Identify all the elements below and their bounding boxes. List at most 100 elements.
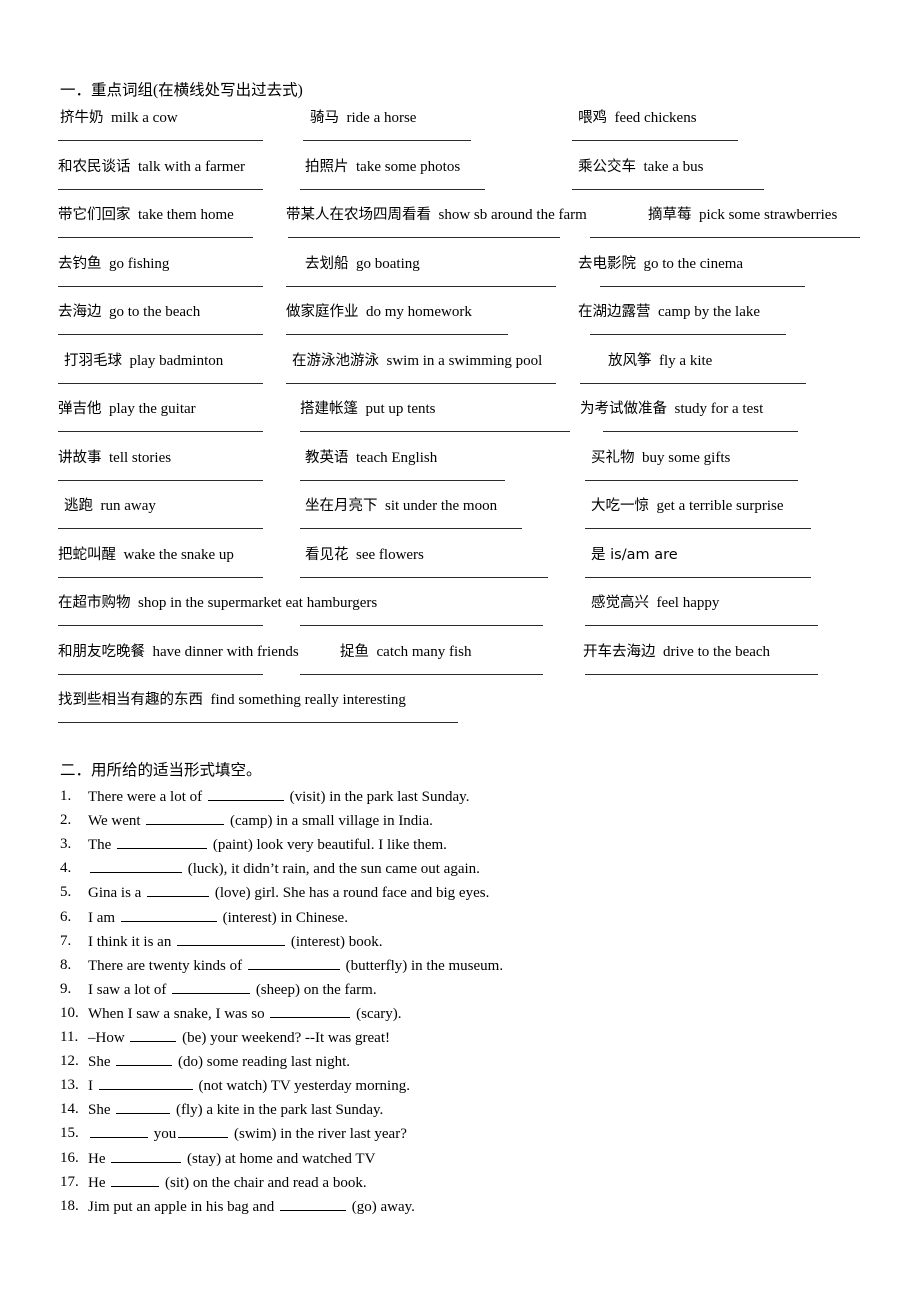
- question-number: 5.: [60, 884, 72, 901]
- question-text: She (fly) a kite in the park last Sunday…: [88, 1100, 383, 1119]
- vocabulary-row: 逃跑 run away 坐在月亮下 sit under the moon 大吃一惊 …: [0, 496, 920, 544]
- vocabulary-row: 挤牛奶 milk a cow 骑马 ride a horse 喂鸡 feed chi…: [0, 108, 920, 156]
- question-text-fragment: (not watch) TV yesterday morning.: [194, 1078, 410, 1095]
- answer-write-line[interactable]: [585, 576, 811, 578]
- phrase-english: study for a test: [674, 401, 764, 417]
- phrase-separator: [636, 159, 644, 175]
- question-number: 14.: [60, 1101, 79, 1118]
- answer-write-line[interactable]: [585, 673, 818, 675]
- vocabulary-phrase: 放风筝 fly a kite: [608, 351, 712, 371]
- answer-write-line[interactable]: [585, 479, 798, 481]
- question-text-fragment: Jim put an apple in his bag and: [88, 1198, 278, 1215]
- vocabulary-cell: 在湖边露营 camp by the lake: [0, 302, 920, 350]
- vocabulary-cell: 大吃一惊 get a terrible surprise: [0, 496, 920, 544]
- question-number: 3.: [60, 836, 72, 853]
- answer-write-line[interactable]: [603, 431, 798, 432]
- vocabulary-cell: 放风筝 fly a kite: [0, 351, 920, 399]
- answer-blank[interactable]: [120, 908, 217, 922]
- answer-write-line[interactable]: [585, 625, 818, 626]
- answer-blank[interactable]: [147, 883, 210, 898]
- phrase-chinese: 大吃一惊: [591, 498, 649, 514]
- phrase-chinese: 摘草莓: [648, 207, 692, 223]
- question-text-fragment: When I saw a snake, I was so: [88, 1005, 269, 1022]
- answer-blank[interactable]: [111, 1173, 160, 1187]
- vocabulary-cell: 买礼物 buy some gifts: [0, 448, 920, 496]
- answer-blank[interactable]: [90, 859, 182, 874]
- vocabulary-phrase: 买礼物 buy some gifts: [591, 448, 730, 468]
- answer-blank[interactable]: [178, 1124, 229, 1139]
- phrase-separator: [652, 353, 660, 369]
- answer-blank[interactable]: [172, 980, 251, 994]
- phrase-chinese: 找到些相当有趣的东西: [58, 692, 203, 708]
- phrase-english: camp by the lake: [658, 304, 761, 320]
- answer-blank[interactable]: [90, 1124, 148, 1139]
- vocabulary-row: 找到些相当有趣的东西 find something really interes…: [0, 690, 920, 738]
- answer-write-line[interactable]: [600, 285, 805, 287]
- vocabulary-phrase: 在湖边露营 camp by the lake: [578, 302, 760, 322]
- question-text-fragment: (fly) a kite in the park last Sunday.: [172, 1102, 384, 1119]
- question-number: 16.: [60, 1149, 79, 1166]
- phrase-english: get a terrible surprise: [656, 498, 784, 514]
- answer-blank[interactable]: [130, 1028, 177, 1042]
- answer-write-line[interactable]: [585, 528, 811, 529]
- answer-blank[interactable]: [247, 956, 340, 970]
- vocabulary-cell: 是 is/am are: [0, 545, 920, 593]
- answer-blank[interactable]: [146, 811, 225, 826]
- vocabulary-row: 和农民谈话 talk with a farmer 拍照片 take some ph…: [0, 157, 920, 205]
- question-text-fragment: She: [88, 1102, 115, 1119]
- answer-blank[interactable]: [111, 1149, 182, 1163]
- question-number: 10.: [60, 1004, 79, 1021]
- answer-write-line[interactable]: [572, 188, 764, 190]
- question-text-fragment: She: [88, 1054, 115, 1071]
- answer-blank[interactable]: [98, 1076, 193, 1091]
- question-text-fragment: –How: [88, 1030, 129, 1046]
- phrase-separator: [649, 498, 657, 514]
- question-text: I saw a lot of (sheep) on the farm.: [88, 980, 377, 999]
- answer-write-line[interactable]: [58, 722, 458, 723]
- answer-blank[interactable]: [116, 1100, 171, 1115]
- question-text-fragment: The: [88, 837, 116, 854]
- phrase-separator: [607, 110, 615, 126]
- question-text-fragment: He: [88, 1174, 110, 1191]
- question-text-fragment: I: [88, 1078, 97, 1095]
- question-text: Gina is a (love) girl. She has a round f…: [88, 883, 489, 902]
- answer-blank[interactable]: [207, 787, 284, 801]
- question-text-fragment: (love) girl. She has a round face and bi…: [211, 885, 490, 902]
- question-number: 1.: [60, 788, 72, 804]
- phrase-separator: [636, 256, 644, 272]
- phrase-separator: [667, 401, 675, 417]
- answer-blank[interactable]: [279, 1197, 346, 1211]
- answer-write-line[interactable]: [590, 237, 860, 238]
- phrase-chinese: 是 is/am are: [591, 546, 678, 563]
- question-text-fragment: I think it is an: [88, 933, 176, 950]
- question-text-fragment: (scary).: [352, 1005, 402, 1022]
- answer-write-line[interactable]: [580, 382, 806, 384]
- vocabulary-phrase: 摘草莓 pick some strawberries: [648, 205, 837, 225]
- answer-write-line[interactable]: [590, 334, 786, 335]
- phrase-chinese: 买礼物: [591, 449, 635, 466]
- answer-blank[interactable]: [270, 1004, 351, 1018]
- answer-write-line[interactable]: [572, 140, 738, 141]
- vocabulary-cell: 找到些相当有趣的东西 find something really interes…: [0, 690, 920, 738]
- phrase-english: feed chickens: [614, 110, 697, 126]
- answer-blank[interactable]: [117, 835, 208, 850]
- vocabulary-phrase: 去电影院 go to the cinema: [578, 254, 743, 274]
- vocabulary-cell: 摘草莓 pick some strawberries: [0, 205, 920, 253]
- vocabulary-phrase: 找到些相当有趣的东西 find something really interes…: [58, 690, 406, 710]
- phrase-chinese: 感觉高兴: [591, 595, 649, 611]
- question-text-fragment: He: [88, 1150, 110, 1167]
- phrase-separator: [651, 304, 659, 320]
- vocabulary-cell: 为考试做准备 study for a test: [0, 399, 920, 447]
- phrase-english: find something really interesting: [210, 692, 406, 708]
- vocabulary-cell: 开车去海边 drive to the beach: [0, 642, 920, 690]
- answer-blank[interactable]: [177, 932, 286, 946]
- question-text: He (sit) on the chair and read a book.: [88, 1173, 367, 1192]
- vocabulary-row: 去海边 go to the beach 做家庭作业 do my homework 在…: [0, 302, 920, 350]
- question-number: 7.: [60, 932, 72, 949]
- question-text: We went (camp) in a small village in Ind…: [88, 811, 433, 830]
- question-text-fragment: (sit) on the chair and read a book.: [161, 1174, 367, 1191]
- vocabulary-cell: 去电影院 go to the cinema: [0, 254, 920, 302]
- phrase-separator: [656, 644, 664, 660]
- phrase-chinese: 去电影院: [578, 255, 636, 272]
- answer-blank[interactable]: [116, 1052, 173, 1067]
